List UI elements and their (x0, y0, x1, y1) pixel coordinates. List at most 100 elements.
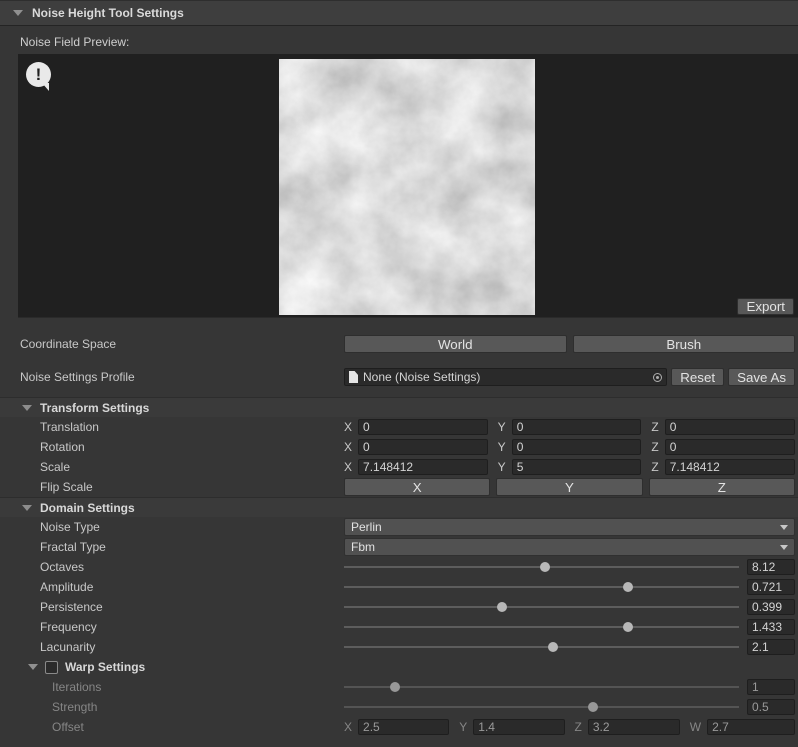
offset-y-field (473, 719, 564, 735)
transform-settings-foldout[interactable]: Transform Settings (0, 397, 798, 417)
strength-control (344, 697, 795, 717)
foldout-open-icon[interactable] (28, 664, 38, 670)
panel-title: Noise Height Tool Settings (32, 6, 184, 20)
x-axis-label: X (344, 720, 352, 734)
z-axis-label: Z (651, 460, 658, 474)
slider-knob[interactable] (497, 602, 507, 612)
slider-knob[interactable] (540, 562, 550, 572)
z-axis-label: Z (651, 420, 658, 434)
slider-track[interactable] (344, 626, 739, 628)
iterations-value-field (747, 679, 795, 695)
offset-z-field (588, 719, 680, 735)
flip-z-button[interactable]: Z (649, 478, 795, 496)
strength-slider (344, 697, 739, 717)
slider-knob[interactable] (623, 622, 633, 632)
brush-button[interactable]: Brush (573, 335, 796, 353)
iterations-slider (344, 677, 739, 697)
fractal-type-row: Fractal Type Fbm (0, 537, 795, 557)
fractal-type-dropdown[interactable]: Fbm (344, 538, 795, 556)
octaves-slider[interactable] (344, 557, 739, 577)
persistence-value-field[interactable] (747, 599, 795, 615)
vector-y-group: Y (498, 459, 642, 475)
lacunarity-row: Lacunarity (0, 637, 795, 657)
x-axis-label: X (344, 440, 352, 454)
strength-value-field (747, 699, 795, 715)
iterations-control (344, 677, 795, 697)
asset-file-icon (349, 371, 358, 383)
amplitude-control (344, 577, 795, 597)
offset-label: Offset (0, 720, 344, 734)
flip-scale-row: Flip Scale X Y Z (0, 477, 795, 497)
vector-x-group: X (344, 439, 488, 455)
foldout-open-icon[interactable] (22, 505, 32, 511)
domain-settings-foldout[interactable]: Domain Settings (0, 497, 798, 517)
persistence-slider[interactable] (344, 597, 739, 617)
foldout-open-icon[interactable] (13, 10, 23, 16)
warp-settings-foldout[interactable]: Warp Settings (0, 657, 798, 677)
object-picker-button[interactable] (648, 369, 666, 385)
amplitude-label: Amplitude (0, 580, 344, 594)
octaves-control (344, 557, 795, 577)
noise-type-control: Perlin (344, 517, 795, 537)
frequency-slider[interactable] (344, 617, 739, 637)
noise-type-label: Noise Type (0, 520, 344, 534)
translation-fields: X Y Z (344, 417, 795, 437)
rotation-y-field[interactable] (512, 439, 642, 455)
lacunarity-slider[interactable] (344, 637, 739, 657)
flip-x-button[interactable]: X (344, 478, 490, 496)
translation-x-field[interactable] (358, 419, 488, 435)
amplitude-value-field[interactable] (747, 579, 795, 595)
scale-z-field[interactable] (665, 459, 795, 475)
vector-z-group: Z (651, 439, 795, 455)
frequency-value-field[interactable] (747, 619, 795, 635)
slider-track[interactable] (344, 646, 739, 648)
noise-field-preview-label: Noise Field Preview: (20, 35, 798, 49)
vector-y-group: Y (459, 719, 564, 735)
z-axis-label: Z (651, 440, 658, 454)
scale-label: Scale (0, 460, 344, 474)
coordinate-space-label: Coordinate Space (0, 337, 344, 351)
slider-knob[interactable] (548, 642, 558, 652)
translation-z-field[interactable] (665, 419, 795, 435)
octaves-value-field[interactable] (747, 559, 795, 575)
lacunarity-label: Lacunarity (0, 640, 344, 654)
coordinate-space-row: Coordinate Space World Brush (0, 334, 795, 354)
info-bubble-icon: ! (26, 62, 53, 89)
lacunarity-value-field[interactable] (747, 639, 795, 655)
translation-y-field[interactable] (512, 419, 642, 435)
world-button[interactable]: World (344, 335, 567, 353)
save-as-button[interactable]: Save As (728, 368, 795, 386)
slider-track[interactable] (344, 606, 739, 608)
offset-x-field (358, 719, 449, 735)
octaves-label: Octaves (0, 560, 344, 574)
vector-x-group: X (344, 419, 488, 435)
noise-type-dropdown[interactable]: Perlin (344, 518, 795, 536)
reset-button[interactable]: Reset (671, 368, 724, 386)
warp-settings-checkbox[interactable] (45, 661, 58, 674)
noise-preview-image[interactable] (279, 59, 535, 315)
slider-knob[interactable] (623, 582, 633, 592)
noise-height-tool-panel: Noise Height Tool Settings Noise Field P… (0, 0, 798, 747)
export-button[interactable]: Export (737, 298, 794, 315)
rotation-row: Rotation X Y Z (0, 437, 795, 457)
y-axis-label: Y (498, 420, 506, 434)
x-axis-label: X (344, 420, 352, 434)
panel-header-foldout[interactable]: Noise Height Tool Settings (0, 0, 798, 26)
vector-y-group: Y (498, 439, 642, 455)
rotation-z-field[interactable] (665, 439, 795, 455)
flip-y-button[interactable]: Y (496, 478, 642, 496)
offset-row: Offset X Y Z W (0, 717, 795, 737)
scale-y-field[interactable] (512, 459, 642, 475)
noise-settings-profile-row: Noise Settings Profile None (Noise Setti… (0, 367, 795, 387)
rotation-x-field[interactable] (358, 439, 488, 455)
scale-x-field[interactable] (358, 459, 488, 475)
lacunarity-control (344, 637, 795, 657)
object-picker-dot (656, 376, 659, 379)
warp-settings-body: Iterations Strength Offset (0, 677, 798, 737)
amplitude-slider[interactable] (344, 577, 739, 597)
foldout-open-icon[interactable] (22, 405, 32, 411)
noise-settings-object-field[interactable]: None (Noise Settings) (344, 368, 667, 386)
coordinate-space-buttons: World Brush (344, 334, 795, 354)
slider-track[interactable] (344, 586, 739, 588)
translation-row: Translation X Y Z (0, 417, 795, 437)
